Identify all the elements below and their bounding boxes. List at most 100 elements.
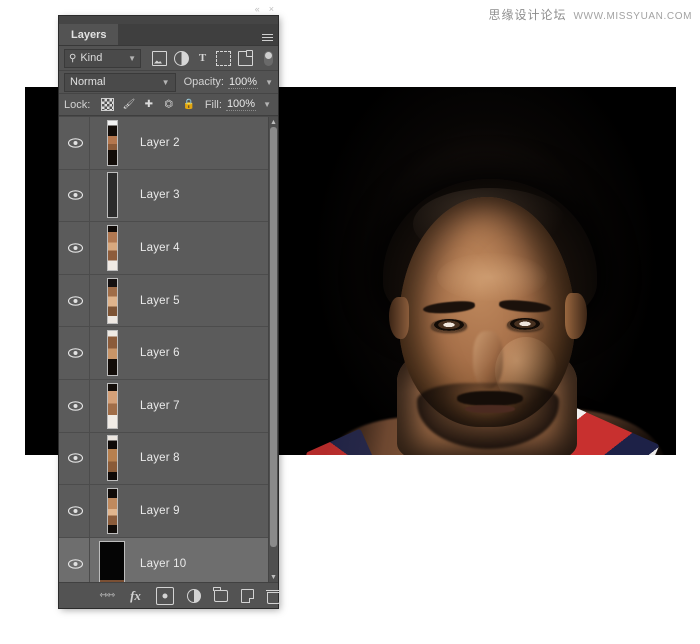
opacity-value[interactable]: 100% (228, 76, 258, 89)
chevron-down-icon: ▼ (128, 54, 136, 63)
delete-layer-icon[interactable] (267, 590, 278, 602)
layer-thumbnail[interactable] (108, 384, 117, 428)
layer-visibility-eye-icon[interactable] (61, 401, 89, 411)
photo-moustache (457, 391, 523, 406)
layer-visibility-eye-icon[interactable] (61, 559, 89, 569)
table-row[interactable]: Layer 4 (59, 222, 269, 275)
layer-thumbnail-wrap[interactable] (90, 384, 134, 428)
tab-layers-label: Layers (71, 29, 106, 41)
layer-thumbnail-wrap[interactable] (90, 436, 134, 480)
table-row[interactable]: Layer 2 (59, 117, 269, 170)
photo-forehead-highlight (437, 253, 547, 301)
fill-control[interactable]: Fill: 100% ▼ (205, 98, 271, 111)
layer-thumbnail[interactable] (108, 331, 117, 375)
layer-visibility-eye-icon[interactable] (61, 243, 89, 253)
lock-icons: 🖌 ✚ ⏣ 🔒 (101, 98, 194, 111)
layer-list[interactable]: Layer 2 Layer 3 Layer 4 Layer 5 Layer 6 Layer… (59, 116, 278, 582)
layer-visibility-eye-icon[interactable] (61, 190, 89, 200)
layer-name[interactable]: Layer 8 (134, 452, 180, 464)
table-row[interactable]: Layer 5 (59, 275, 269, 328)
layer-thumbnail[interactable] (108, 436, 117, 480)
layer-visibility-eye-icon[interactable] (61, 348, 89, 358)
adjustment-filter-icon[interactable] (174, 51, 189, 66)
table-row[interactable]: Layer 8 (59, 433, 269, 486)
table-row[interactable]: Layer 10 (59, 538, 269, 582)
layer-visibility-eye-icon[interactable] (61, 453, 89, 463)
table-row[interactable]: Layer 6 (59, 327, 269, 380)
smart-object-filter-icon[interactable] (238, 51, 253, 66)
chevron-down-icon[interactable]: ▼ (265, 78, 273, 87)
layer-thumbnail-wrap[interactable] (90, 489, 134, 533)
layer-visibility-eye-icon[interactable] (61, 296, 89, 306)
lock-transparency-icon[interactable] (101, 98, 114, 111)
scroll-down-icon[interactable]: ▼ (269, 572, 278, 582)
layer-name[interactable]: Layer 4 (134, 242, 180, 254)
layer-name[interactable]: Layer 6 (134, 347, 180, 359)
layers-panel: « × Layers ⚲ Kind ▼ T (59, 16, 278, 608)
layer-name[interactable]: Layer 3 (134, 189, 180, 201)
tab-layers[interactable]: Layers (59, 24, 118, 45)
filter-kind-label: Kind (80, 52, 102, 64)
photo-mouth (465, 405, 515, 413)
link-layers-icon[interactable]: ⇿⇿ (99, 588, 115, 604)
layer-thumbnail[interactable] (108, 226, 117, 270)
lock-position-icon[interactable]: ✚ (143, 99, 154, 110)
new-group-icon[interactable] (214, 590, 229, 602)
window-controls: « × (255, 5, 274, 14)
layer-name[interactable]: Layer 9 (134, 505, 180, 517)
table-row[interactable]: Layer 7 (59, 380, 269, 433)
layer-thumbnail-wrap[interactable] (90, 226, 134, 270)
blend-mode-value: Normal (70, 76, 105, 88)
layer-style-fx-icon[interactable]: fx (128, 588, 144, 604)
layer-name[interactable]: Layer 5 (134, 295, 180, 307)
layer-thumbnail-wrap[interactable] (90, 173, 134, 217)
image-filter-icon[interactable] (152, 51, 167, 66)
lock-artboard-icon[interactable]: ⏣ (163, 99, 174, 110)
scroll-up-icon[interactable]: ▲ (269, 117, 278, 127)
layer-thumbnail-wrap[interactable] (90, 279, 134, 323)
close-icon[interactable]: × (269, 5, 274, 14)
photo-eye-right (507, 318, 543, 331)
blend-mode-select[interactable]: Normal ▼ (64, 73, 176, 92)
table-row[interactable]: Layer 3 (59, 170, 269, 223)
opacity-label: Opacity: (184, 76, 224, 88)
lock-image-icon[interactable]: 🖌 (123, 99, 134, 110)
lock-all-icon[interactable]: 🔒 (183, 99, 194, 110)
layer-thumbnail[interactable] (108, 121, 117, 165)
fill-value[interactable]: 100% (226, 98, 256, 111)
layer-thumbnail-wrap[interactable] (90, 121, 134, 165)
filter-enable-toggle[interactable] (264, 51, 273, 66)
filter-kind-select[interactable]: ⚲ Kind ▼ (64, 49, 141, 68)
fill-label: Fill: (205, 99, 222, 111)
layer-thumbnail-wrap[interactable] (90, 331, 134, 375)
panel-menu-icon[interactable] (256, 24, 278, 45)
watermark-en: WWW.MISSYUAN.COM (574, 11, 692, 22)
watermark: 思缘设计论坛 WWW.MISSYUAN.COM (489, 6, 693, 23)
new-layer-icon[interactable] (241, 589, 254, 603)
app-root: 思缘设计论坛 WWW.MISSYUAN.COM (0, 0, 700, 644)
layer-visibility-eye-icon[interactable] (61, 138, 89, 148)
scrollbar-thumb[interactable] (270, 127, 277, 547)
layer-name[interactable]: Layer 2 (134, 137, 180, 149)
layer-thumbnail[interactable] (100, 542, 124, 582)
add-layer-mask-icon[interactable] (156, 587, 174, 605)
photo-eye-left (431, 319, 467, 332)
lock-label: Lock: (64, 99, 90, 111)
layer-thumbnail[interactable] (108, 489, 117, 533)
shape-filter-icon[interactable] (216, 51, 231, 66)
layer-visibility-eye-icon[interactable] (61, 506, 89, 516)
type-filter-icon[interactable]: T (196, 52, 209, 65)
layer-thumbnail[interactable] (108, 279, 117, 323)
layer-name[interactable]: Layer 7 (134, 400, 180, 412)
layer-name[interactable]: Layer 10 (134, 558, 186, 570)
opacity-control[interactable]: Opacity: 100% ▼ (184, 76, 273, 89)
filter-row: ⚲ Kind ▼ T (59, 46, 278, 71)
layer-thumbnail[interactable] (108, 173, 117, 217)
layer-list-scrollbar[interactable]: ▲ ▼ (268, 117, 278, 582)
new-adjustment-layer-icon[interactable] (187, 589, 201, 603)
panel-titlebar[interactable]: « × (59, 16, 278, 24)
layer-thumbnail-wrap[interactable] (90, 542, 134, 582)
collapse-icon[interactable]: « (255, 5, 260, 14)
chevron-down-icon[interactable]: ▼ (263, 100, 271, 109)
table-row[interactable]: Layer 9 (59, 485, 269, 538)
